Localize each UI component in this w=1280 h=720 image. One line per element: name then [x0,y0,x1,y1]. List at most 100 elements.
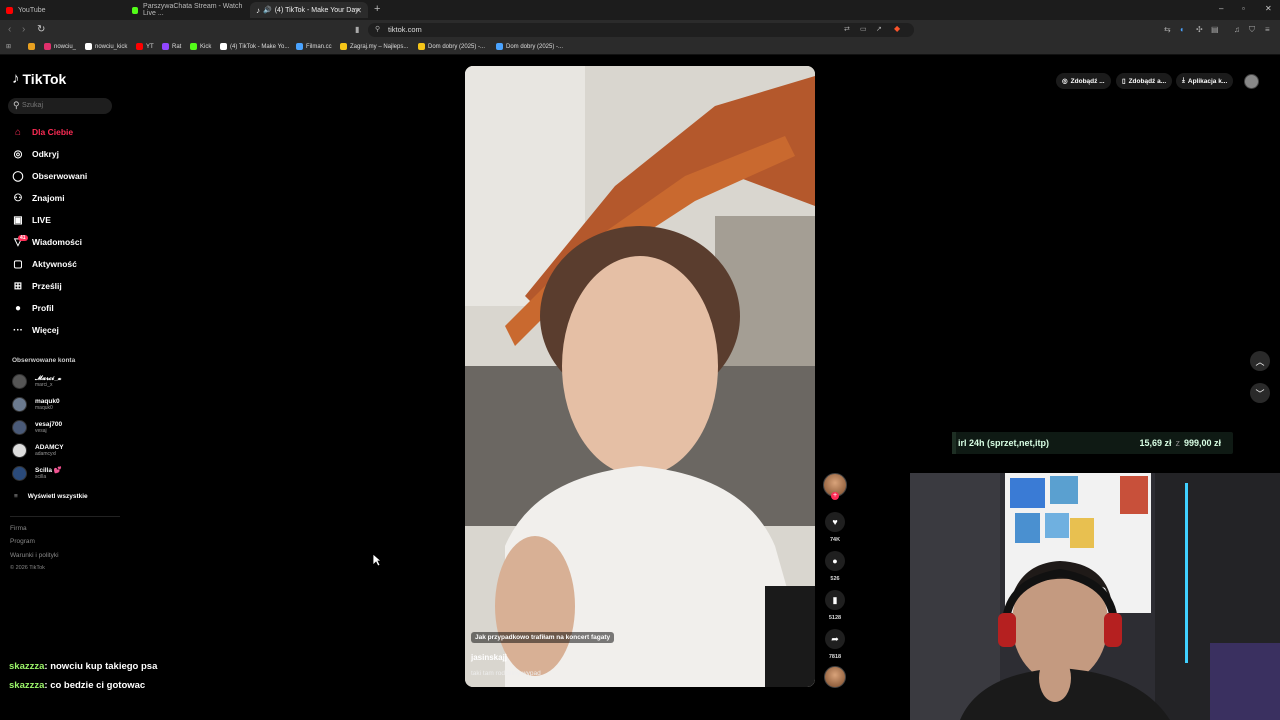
sidebar-item-home[interactable]: ⌂ Dla Ciebie [10,124,73,140]
avatar [12,419,27,435]
show-all-link[interactable]: ≡ Wyświetl wszystkie [14,493,88,500]
sidebar-item-compass[interactable]: ◎ Odkryj [10,146,59,162]
sidebar-item-upload[interactable]: ⊞ Prześlij [10,278,62,294]
screenshot-icon[interactable]: ▭ [860,25,867,33]
donation-progress-fill [952,432,957,454]
translate-icon[interactable]: ⇄ [844,25,850,33]
following-icon: ◯ [12,170,24,182]
logo-text: TikTok [22,70,67,87]
bookmark-label: nowciu_kick [95,43,128,50]
followed-account[interactable]: Scilla 💕 scilla [12,464,62,482]
bookmark-item[interactable]: Zagraj.my – Najleps... [340,43,408,50]
bookmark-item[interactable]: Kick [190,43,211,50]
apps-icon[interactable]: ⊞ [6,43,11,50]
bookmark-item[interactable] [28,43,38,50]
sidebar-item-following[interactable]: ◯ Obserwowani [10,168,87,184]
followed-account[interactable]: ADAMCY adamcyxl [12,441,64,459]
brave-shield-icon[interactable]: ◆ [894,24,900,33]
comment-button[interactable]: ● [825,551,845,571]
desktop-app-button[interactable]: ⤓ Aplikacja k... [1176,73,1234,89]
follow-plus-icon[interactable]: + [831,492,839,500]
divider [10,516,120,517]
followed-accounts-title: Obserwowane konta [12,357,76,364]
share-button[interactable]: ➦ [825,629,845,649]
extensions-icon[interactable]: ✣ [1196,25,1203,34]
bookmark-label: nowciu_ [54,43,77,50]
bookmark-favicon-icon [220,43,227,50]
url-input[interactable]: ⚲ tiktok.com ⇄ ▭ ↗ ◆ [368,23,914,37]
account-name: Scilla 💕 [35,466,62,474]
sidebar-item-label: Obserwowani [32,171,88,181]
tab-parszywachata[interactable]: ParszywaChata Stream - Watch Live ... [126,2,248,18]
video-player[interactable]: Jak przypadkowo trafiłam na koncert faga… [465,66,815,687]
bookmark-item[interactable]: nowciu_kick [85,43,127,50]
bookmark-icon: ▮ [832,594,838,605]
sidebar-item-messages[interactable]: ▽ 41 Wiadomości [10,234,82,250]
account-text: ADAMCY adamcyxl [35,444,64,457]
forward-icon[interactable]: › [22,24,25,35]
compass-icon: ◎ [13,148,23,160]
back-icon[interactable]: ‹ [8,24,11,35]
bookmark-label: (4) TikTok - Make Yo... [230,43,290,50]
like-button[interactable]: ♥ [825,512,845,532]
get-coins-button[interactable]: ◎ Zdobądź ... [1056,73,1111,89]
save-button[interactable]: ▮ [825,590,845,610]
bookmark-label: YT [146,43,154,50]
sidebar-item-friends[interactable]: ⚇ Znajomi [10,190,65,206]
tab-title: ParszywaChata Stream - Watch Live ... [143,3,243,17]
tab-youtube[interactable]: YouTube [0,2,124,18]
followed-account[interactable]: 𝓜𝓪𝓻𝓬𝓲_𝔁 marci_x [12,372,61,390]
bookmark-item[interactable]: Dom dobry (2025) -... [418,43,485,50]
sidebar-item-live[interactable]: ▣ LIVE [10,212,51,228]
shield-icon[interactable]: ⛉ [1249,25,1255,35]
wallet-icon[interactable]: ◐ [1180,25,1185,34]
site-info-icon[interactable]: ⚲ [375,25,380,33]
account-handle: scilla [35,473,47,480]
video-author[interactable]: jasinskajj [471,653,507,662]
footer-link-firma[interactable]: Firma [10,525,27,532]
sidebar-icon[interactable]: ▤ [1211,25,1219,34]
comment-count: 526 [830,576,840,582]
get-app-button[interactable]: ▯ Zdobądź a... [1116,73,1173,89]
bookmark-item[interactable]: YT [136,43,154,50]
messages-icon: ▽ 41 [14,234,28,248]
comment-icon: ● [832,556,838,566]
friends-icon: ⚇ [13,192,23,204]
search-input[interactable]: ⚲ Szukaj [8,98,112,114]
tab-close-icon[interactable]: ✕ [355,6,362,15]
menu-icon[interactable]: ≡ [1265,25,1270,34]
sidebar-item-more[interactable]: ··· Więcej [10,322,59,338]
followed-account[interactable]: vesaj700 vesaj [12,418,62,436]
tiktok-logo[interactable]: ♪ TikTok [12,70,66,87]
media-icon[interactable]: ♫ [1234,25,1240,34]
bookmark-item[interactable]: Dom dobry (2025) -... [496,43,563,50]
tab-tiktok[interactable]: ♪ 🔊 (4) TikTok - Make Your Day ✕ [250,2,368,18]
sidebar-item-profile[interactable]: ● Profil [10,300,54,316]
account-name: vesaj700 [35,420,63,428]
restore-button[interactable]: ▫ [1242,4,1245,13]
footer-link-program[interactable]: Program [10,538,35,545]
minimize-button[interactable]: – [1219,4,1223,13]
new-tab-button[interactable]: + [374,3,380,15]
user-avatar[interactable] [1244,74,1259,89]
sound-disc-icon[interactable] [824,666,846,688]
bookmark-favicon-icon [340,43,347,50]
share-icon[interactable]: ↗ [876,25,882,33]
pill-label: Zdobądź a... [1128,77,1167,85]
bookmark-item[interactable]: Rat [162,43,181,50]
sidebar-item-label: Więcej [32,325,59,335]
bookmark-item[interactable]: nowciu_ [44,43,76,50]
bookmark-item[interactable]: Filman.cc [296,43,332,50]
reload-icon[interactable]: ↻ [37,24,45,35]
bookmark-icon[interactable]: ▮ [355,25,359,34]
pill-label: Zdobądź ... [1070,77,1105,85]
vpn-icon[interactable]: ⇆ [1164,25,1171,34]
close-window-button[interactable]: ✕ [1265,4,1272,13]
sidebar-item-activity[interactable]: ▢ Aktywność [10,256,77,272]
next-video-button[interactable]: ﹀ [1250,383,1270,403]
previous-video-button[interactable]: ︿ [1250,351,1270,371]
footer-link-terms[interactable]: Warunki i polityki [10,552,59,559]
followed-account[interactable]: maquk0 maquk0 [12,395,60,413]
webcam-feed [910,473,1280,720]
bookmark-item[interactable]: (4) TikTok - Make Yo... [220,43,289,50]
